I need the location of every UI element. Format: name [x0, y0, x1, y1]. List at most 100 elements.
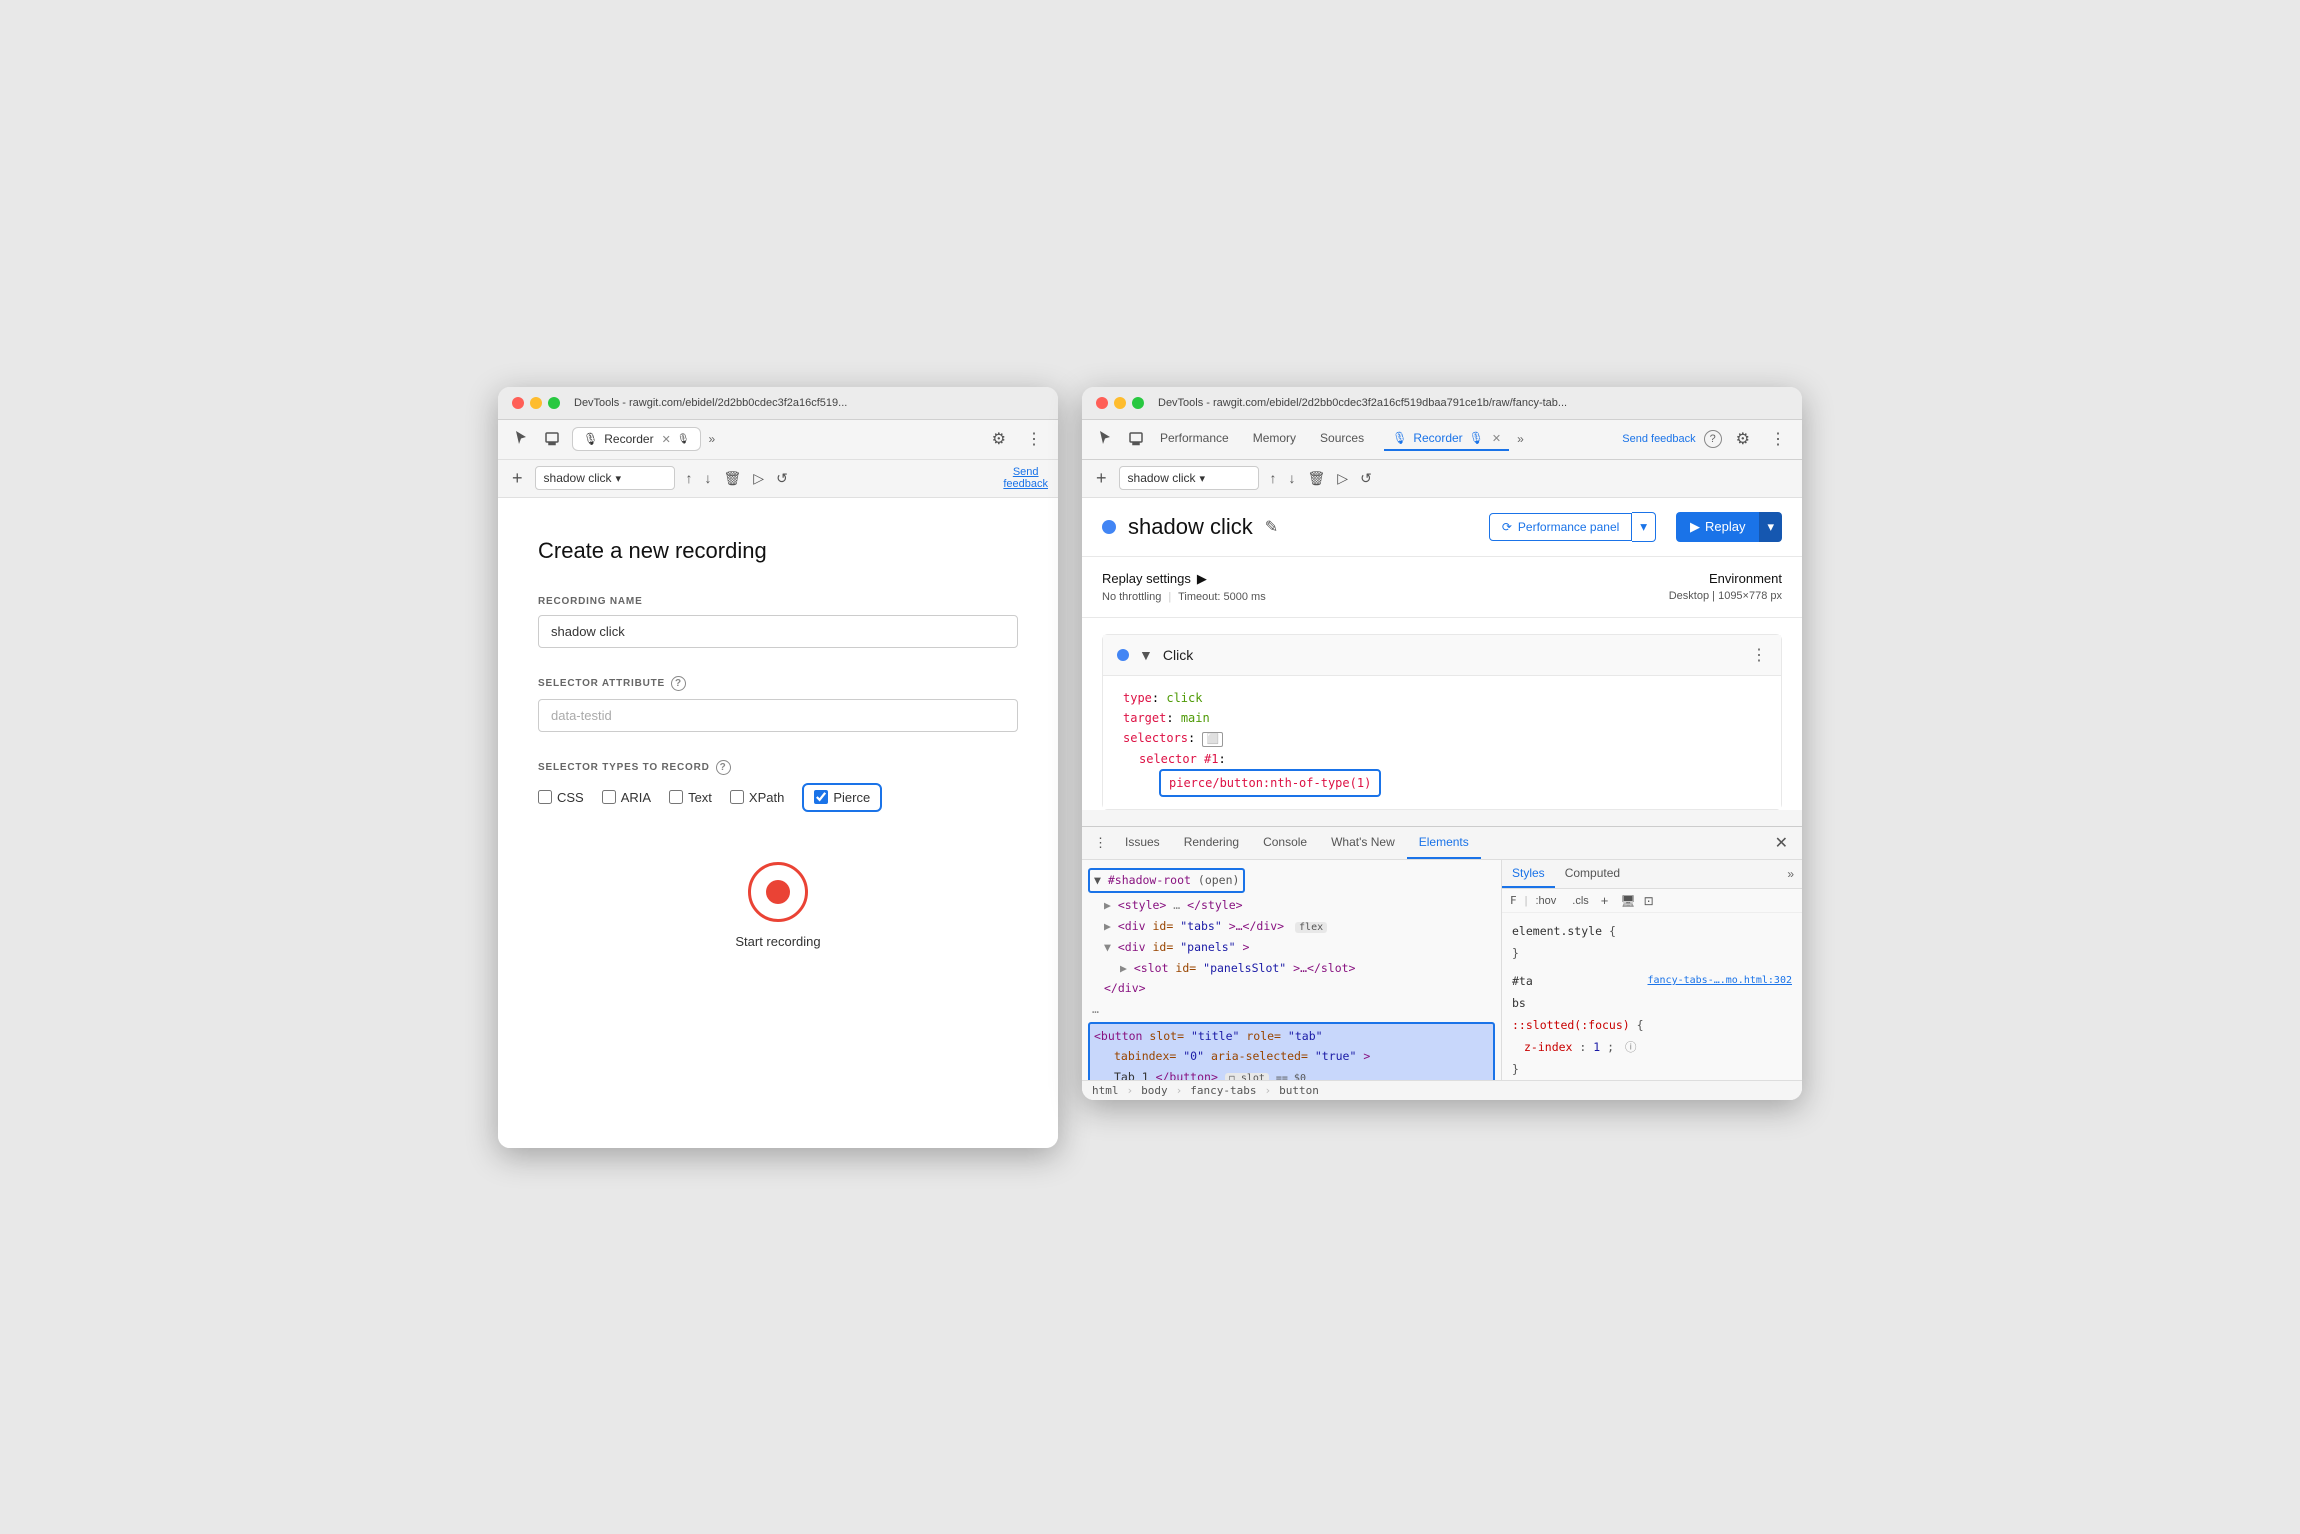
add-recording-button[interactable]: +	[508, 466, 527, 491]
ta-rule: fancy-tabs-….mo.html:302 #ta bs	[1512, 971, 1792, 1015]
step-play-button[interactable]: ▷	[750, 467, 767, 490]
tab-performance[interactable]: Performance	[1156, 427, 1233, 451]
xpath-checkbox[interactable]	[730, 790, 744, 804]
tab-rendering[interactable]: Rendering	[1172, 827, 1251, 859]
devtools-tabs: ⋮ Issues Rendering Console What's New El…	[1082, 827, 1802, 860]
xpath-checkbox-item[interactable]: XPath	[730, 790, 784, 805]
tab-whats-new[interactable]: What's New	[1319, 827, 1407, 859]
cursor-icon-right[interactable]	[1092, 426, 1116, 453]
breadcrumb-fancy-tabs[interactable]: fancy-tabs	[1190, 1084, 1256, 1097]
import-button-right[interactable]: ↓	[1286, 467, 1299, 489]
recording-name-dropdown[interactable]: shadow click ▾	[535, 466, 675, 490]
button-line[interactable]: <button slot= "title" role= "tab" tabind…	[1088, 1022, 1495, 1081]
delete-button[interactable]: 🗑	[721, 467, 745, 490]
filter-icon2[interactable]: ⊡	[1644, 894, 1654, 908]
breadcrumb-html[interactable]: html	[1092, 1084, 1119, 1097]
step-expand-icon[interactable]: ▼	[1139, 647, 1153, 663]
devtools-more-icon[interactable]: ⋮	[1088, 829, 1113, 857]
edit-icon[interactable]: ✎	[1265, 517, 1278, 537]
perf-panel-dropdown-button[interactable]: ▾	[1632, 512, 1656, 542]
send-feedback-link-right[interactable]: Send feedback	[1622, 433, 1695, 445]
more-tabs-right[interactable]: »	[1517, 432, 1524, 446]
breadcrumb-body[interactable]: body	[1141, 1084, 1168, 1097]
recording-name-input[interactable]	[538, 615, 1018, 648]
delete-button-right[interactable]: 🗑	[1305, 467, 1329, 490]
tab-issues[interactable]: Issues	[1113, 827, 1172, 859]
styles-tab[interactable]: Styles	[1502, 860, 1555, 888]
step-play-button-right[interactable]: ▷	[1334, 467, 1351, 490]
tabs-div-line[interactable]: ▶ <div id= "tabs" >…</div> flex	[1088, 916, 1495, 937]
export-button-right[interactable]: ↑	[1267, 467, 1280, 489]
computed-tab[interactable]: Computed	[1555, 860, 1630, 888]
panels-div-line[interactable]: ▼ <div id= "panels" >	[1088, 937, 1495, 958]
send-feedback-button-left[interactable]: Sendfeedback	[1003, 466, 1048, 490]
left-top-toolbar: 🎙 Recorder ✕ 🎙 » ⚙ ⋮	[498, 420, 1058, 460]
css-checkbox-item[interactable]: CSS	[538, 790, 584, 805]
more-options-right[interactable]: ⋮	[1764, 426, 1792, 452]
aria-checkbox-item[interactable]: ARIA	[602, 790, 651, 805]
close-button[interactable]	[512, 397, 524, 409]
selector-types-help-icon[interactable]: ?	[716, 760, 731, 775]
filter-icon1[interactable]: 🖥	[1620, 894, 1635, 908]
style-line[interactable]: ▶ <style> … </style>	[1088, 895, 1495, 916]
recorder-tab-label: Recorder	[604, 432, 653, 446]
export-button[interactable]: ↑	[683, 467, 696, 489]
filter-hov[interactable]: :hov	[1535, 895, 1556, 907]
more-options-icon[interactable]: ⋮	[1020, 426, 1048, 452]
tab-recorder-active[interactable]: 🎙 Recorder 🎙 ✕	[1384, 427, 1509, 451]
add-recording-button-right[interactable]: +	[1092, 466, 1111, 491]
filter-plus[interactable]: +	[1601, 893, 1609, 908]
styles-filter-row: F | :hov .cls + 🖥 ⊡	[1502, 889, 1802, 913]
help-icon-right[interactable]: ?	[1704, 430, 1722, 448]
replay-icon-small[interactable]: ↺	[773, 467, 791, 490]
tab-console[interactable]: Console	[1251, 827, 1319, 859]
maximize-button[interactable]	[548, 397, 560, 409]
step-more-icon[interactable]: ⋮	[1751, 645, 1767, 665]
devtools-close-icon[interactable]: ✕	[1767, 829, 1796, 857]
minimize-button-right[interactable]	[1114, 397, 1126, 409]
selector-attr-help-icon[interactable]: ?	[671, 676, 686, 691]
text-checkbox[interactable]	[669, 790, 683, 804]
replay-icon-small-right[interactable]: ↺	[1357, 467, 1375, 490]
start-recording-label: Start recording	[735, 934, 820, 949]
rule-source-link[interactable]: fancy-tabs-….mo.html:302	[1648, 971, 1793, 990]
pierce-checkbox-item[interactable]: Pierce	[814, 790, 870, 805]
right-devtools-window: DevTools - rawgit.com/ebidel/2d2bb0cdec3…	[1082, 387, 1802, 1101]
import-button[interactable]: ↓	[702, 467, 715, 489]
more-tabs-button[interactable]: »	[709, 432, 716, 446]
recording-dropdown-right[interactable]: shadow click ▾	[1119, 466, 1259, 490]
settings-icon-right[interactable]: ⚙	[1730, 426, 1756, 452]
device-icon-right[interactable]	[1124, 426, 1148, 453]
panels-tag: <div	[1118, 940, 1153, 954]
replay-settings-title[interactable]: Replay settings ▶	[1102, 571, 1649, 587]
pierce-checkbox[interactable]	[814, 790, 828, 804]
code-block: type: click target: main selectors: ⬜ se…	[1103, 676, 1781, 810]
recorder-tab-close[interactable]: ✕	[662, 433, 671, 446]
slot-line[interactable]: ▶ <slot id= "panelsSlot" >…</slot>	[1088, 958, 1495, 979]
device-icon[interactable]	[540, 426, 564, 453]
breadcrumb-button[interactable]: button	[1279, 1084, 1319, 1097]
css-checkbox[interactable]	[538, 790, 552, 804]
tab-sources[interactable]: Sources	[1316, 427, 1368, 451]
close-button-right[interactable]	[1096, 397, 1108, 409]
info-icon[interactable]: ⓘ	[1625, 1040, 1637, 1054]
maximize-button-right[interactable]	[1132, 397, 1144, 409]
filter-cls[interactable]: .cls	[1572, 895, 1589, 907]
start-recording-button[interactable]	[748, 862, 808, 922]
performance-panel-button[interactable]: ⟳ Performance panel	[1489, 513, 1632, 541]
aria-checkbox[interactable]	[602, 790, 616, 804]
recorder-tab-close-right[interactable]: ✕	[1492, 432, 1501, 445]
selector-attr-input[interactable]	[538, 699, 1018, 732]
minimize-button[interactable]	[530, 397, 542, 409]
recorder-tab[interactable]: 🎙 Recorder ✕ 🎙	[572, 427, 701, 451]
tab-memory[interactable]: Memory	[1249, 427, 1300, 451]
replay-main-button[interactable]: ▶ Replay	[1676, 512, 1759, 542]
shadow-root-line[interactable]: ▼ #shadow-root (open)	[1088, 868, 1245, 893]
bc-sep-3: ›	[1264, 1084, 1271, 1097]
settings-icon[interactable]: ⚙	[986, 426, 1012, 452]
text-checkbox-item[interactable]: Text	[669, 790, 712, 805]
cursor-icon[interactable]	[508, 426, 532, 453]
replay-dropdown-button[interactable]: ▾	[1759, 512, 1782, 542]
tab-elements[interactable]: Elements	[1407, 827, 1481, 859]
styles-more-icon[interactable]: »	[1779, 863, 1802, 885]
